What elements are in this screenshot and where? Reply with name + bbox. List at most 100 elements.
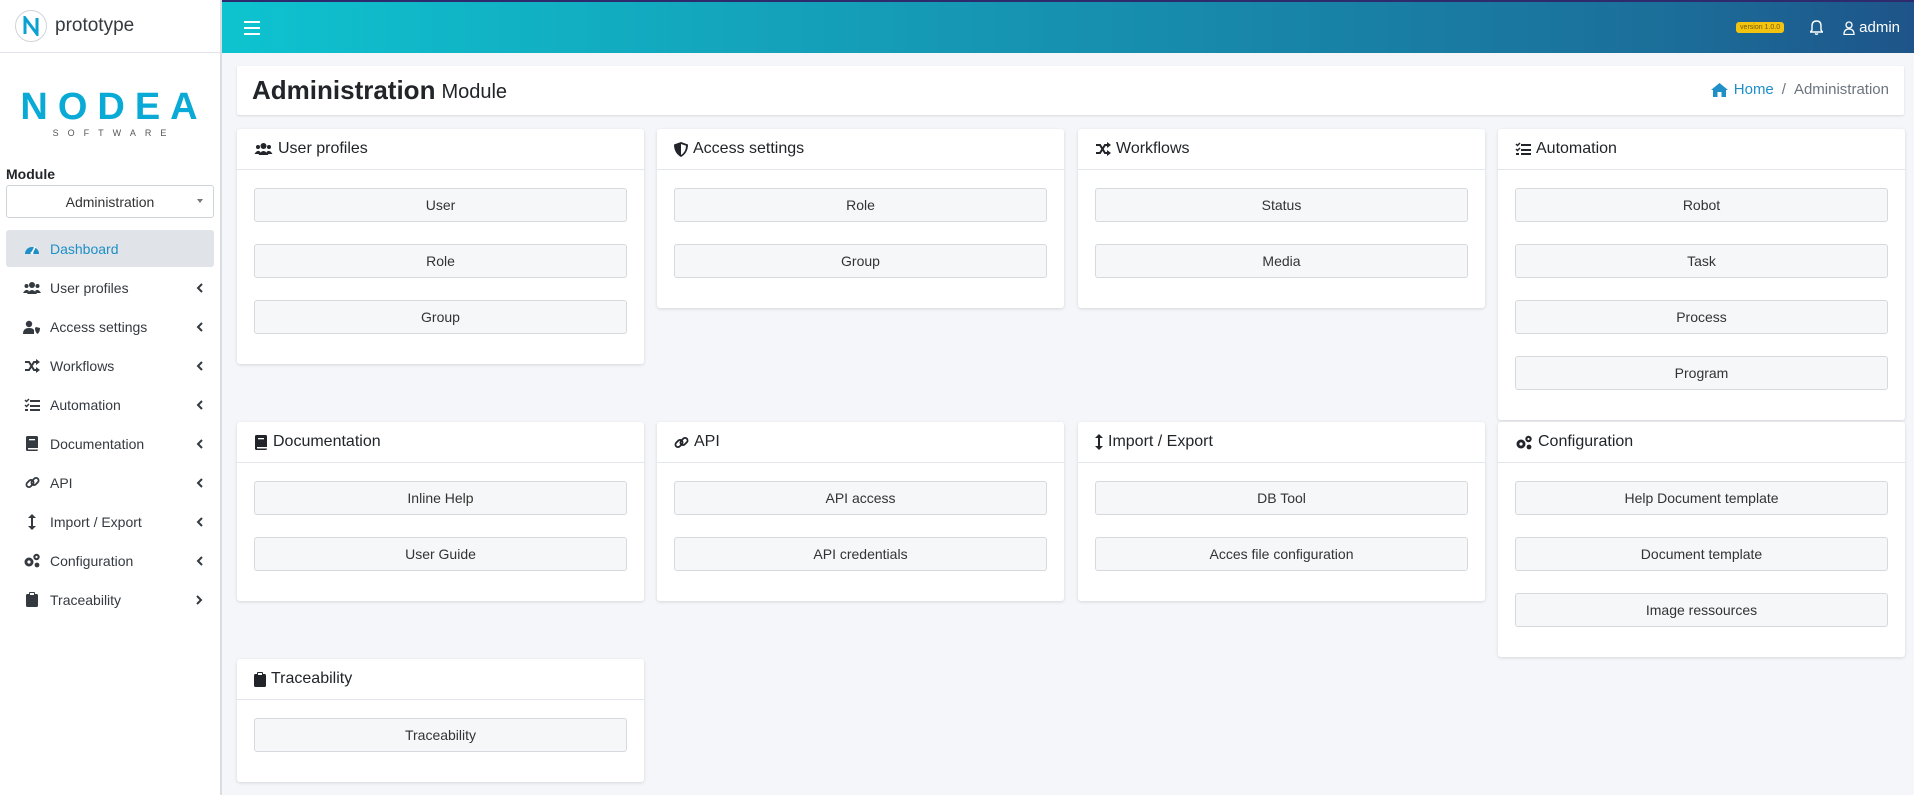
card-title: Access settings [693, 140, 805, 157]
media-button[interactable]: Media [1095, 244, 1468, 278]
sidebar-item-label: Import / Export [50, 513, 142, 530]
sidebar-item-traceability[interactable]: Traceability [6, 581, 214, 618]
page-header: Administration Module Home / Administrat… [237, 66, 1904, 115]
chevron-left-icon [194, 282, 204, 294]
module-label: Module [6, 166, 55, 182]
status-button[interactable]: Status [1095, 188, 1468, 222]
sidebar-item-label: Workflows [50, 357, 115, 374]
card-header: Traceability [237, 659, 644, 700]
sidebar-item-automation[interactable]: Automation [6, 386, 214, 423]
process-button[interactable]: Process [1515, 300, 1888, 334]
module-select-value: Administration [65, 193, 155, 210]
chevron-left-icon [194, 399, 204, 411]
chevron-right-icon [194, 594, 204, 606]
card-import-export: Import / Export DB Tool Acces file confi… [1078, 422, 1485, 601]
dashboard-icon [22, 241, 42, 257]
role-button[interactable]: Role [674, 188, 1047, 222]
db-tool-button[interactable]: DB Tool [1095, 481, 1468, 515]
bell-icon[interactable] [1810, 20, 1824, 35]
shield-icon [674, 141, 688, 157]
logo-word: NODEA [20, 85, 208, 128]
sidebar-item-label: Traceability [50, 591, 122, 608]
chevron-left-icon [194, 516, 204, 528]
user-guide-button[interactable]: User Guide [254, 537, 627, 571]
user-name: admin [1859, 19, 1900, 36]
robot-button[interactable]: Robot [1515, 188, 1888, 222]
inline-help-button[interactable]: Inline Help [254, 481, 627, 515]
card-title: Traceability [271, 670, 353, 687]
user-button[interactable]: User [254, 188, 627, 222]
role-button[interactable]: Role [254, 244, 627, 278]
help-document-template-button[interactable]: Help Document template [1515, 481, 1888, 515]
arrows-v-icon [22, 513, 42, 530]
company-logo: NODEA SOFTWARE [0, 53, 220, 160]
card-header: Import / Export [1078, 422, 1485, 463]
card-configuration: Configuration Help Document template Doc… [1498, 422, 1905, 657]
user-icon [1843, 20, 1855, 35]
page-subtitle: Module [441, 81, 508, 103]
card-api: API API access API credentials [657, 422, 1064, 601]
menu-toggle-icon[interactable] [244, 20, 260, 35]
version-badge: version 1.0.0 [1736, 22, 1785, 33]
sidebar-nav: Dashboard User profiles Access settings … [0, 230, 220, 618]
sidebar-item-import-export[interactable]: Import / Export [6, 503, 214, 540]
card-traceability: Traceability Traceability [237, 659, 644, 782]
sidebar-item-dashboard[interactable]: Dashboard [6, 230, 214, 267]
card-title: Import / Export [1108, 433, 1213, 450]
card-title: Configuration [1538, 433, 1634, 450]
card-header: API [657, 422, 1064, 463]
sidebar-item-access-settings[interactable]: Access settings [6, 308, 214, 345]
traceability-button[interactable]: Traceability [254, 718, 627, 752]
user-menu[interactable]: admin [1843, 19, 1900, 36]
random-icon [1096, 142, 1111, 156]
breadcrumb-current: Administration [1793, 81, 1889, 98]
card-workflows: Workflows Status Media [1078, 129, 1485, 308]
api-credentials-button[interactable]: API credentials [674, 537, 1047, 571]
sidebar-item-workflows[interactable]: Workflows [6, 347, 214, 384]
sidebar-item-user-profiles[interactable]: User profiles [6, 269, 214, 306]
sidebar-item-configuration[interactable]: Configuration [6, 542, 214, 579]
home-icon [1710, 82, 1728, 97]
tasks-icon [22, 397, 42, 413]
breadcrumb-home-label: Home [1733, 81, 1774, 98]
sidebar-item-label: Automation [50, 396, 121, 413]
page-title: Administration [252, 75, 436, 105]
sidebar-item-api[interactable]: API [6, 464, 214, 501]
chevron-left-icon [194, 360, 204, 372]
card-user-profiles: User profiles User Role Group [237, 129, 644, 364]
card-documentation: Documentation Inline Help User Guide [237, 422, 644, 601]
card-header: Access settings [657, 129, 1064, 170]
program-button[interactable]: Program [1515, 356, 1888, 390]
sidebar-item-label: Configuration [50, 552, 134, 569]
breadcrumb-home[interactable]: Home [1710, 81, 1774, 98]
api-access-button[interactable]: API access [674, 481, 1047, 515]
book-icon [255, 434, 267, 450]
task-button[interactable]: Task [1515, 244, 1888, 278]
document-template-button[interactable]: Document template [1515, 537, 1888, 571]
logo-sub: SOFTWARE [52, 127, 176, 138]
brand-name: prototype [55, 15, 135, 36]
card-header: Workflows [1078, 129, 1485, 170]
brand[interactable]: prototype [0, 0, 220, 53]
clipboard-icon [254, 671, 266, 687]
cogs-icon [1516, 435, 1532, 449]
group-button[interactable]: Group [254, 300, 627, 334]
sidebar-item-documentation[interactable]: Documentation [6, 425, 214, 462]
topbar-right: version 1.0.0 admin [1736, 2, 1900, 53]
sidebar-item-label: API [50, 474, 73, 491]
group-button[interactable]: Group [674, 244, 1047, 278]
chevron-left-icon [194, 321, 204, 333]
users-icon [22, 280, 42, 296]
card-access-settings: Access settings Role Group [657, 129, 1064, 308]
chevron-left-icon [194, 477, 204, 489]
module-select[interactable]: Administration [6, 185, 214, 218]
image-resources-button[interactable]: Image ressources [1515, 593, 1888, 627]
card-header: User profiles [237, 129, 644, 170]
random-icon [22, 358, 42, 374]
access-file-configuration-button[interactable]: Acces file configuration [1095, 537, 1468, 571]
card-header: Automation [1498, 129, 1905, 170]
link-icon [674, 436, 689, 448]
sidebar-item-label: User profiles [50, 279, 129, 296]
breadcrumb-separator: / [1781, 81, 1786, 98]
book-icon [22, 436, 42, 452]
